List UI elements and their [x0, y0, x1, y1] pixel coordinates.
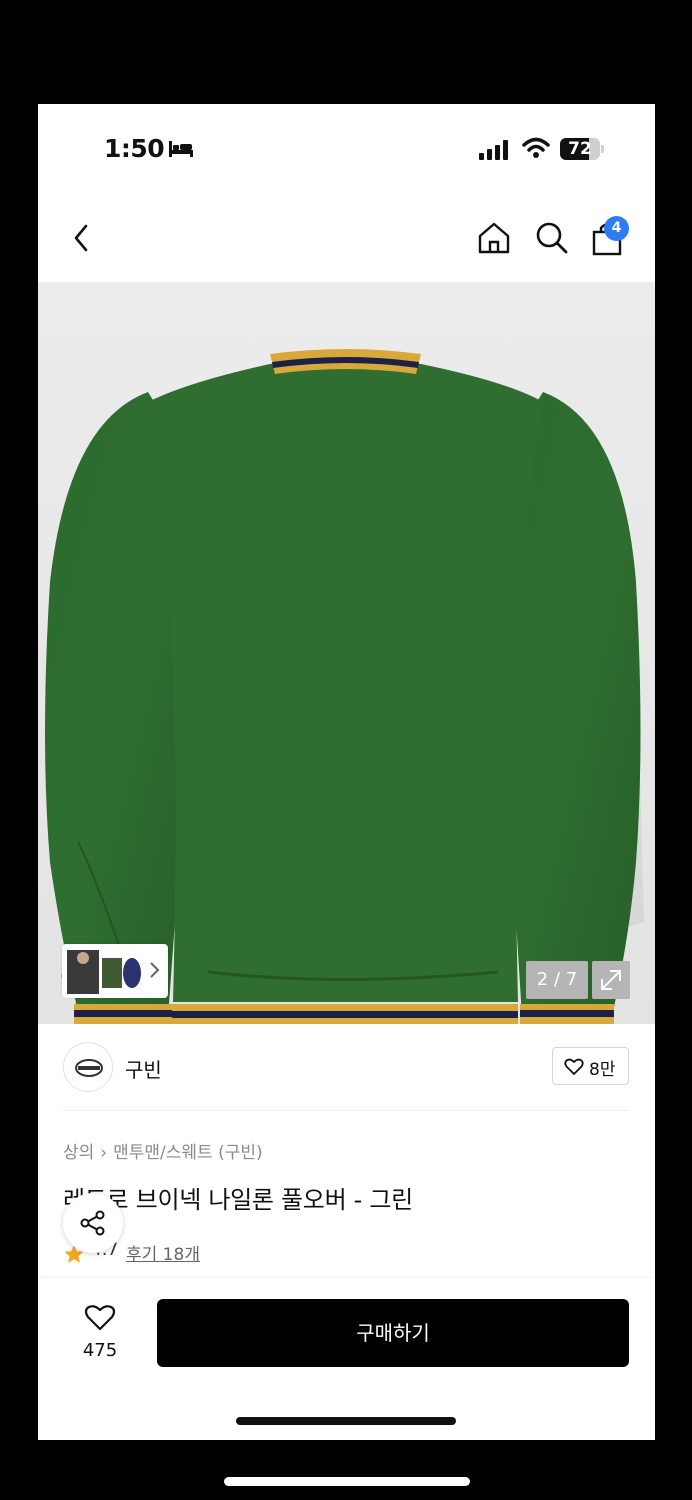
bottom-action-bar: 475 구매하기 [38, 1278, 655, 1440]
heart-icon [564, 1058, 584, 1075]
expand-icon [601, 970, 621, 990]
cart-count-badge: 4 [604, 216, 629, 241]
home-indicator [236, 1417, 456, 1425]
battery-tip [601, 145, 604, 153]
thumbnail-images [67, 950, 141, 994]
battery-percent: 72 [568, 139, 592, 159]
share-button[interactable] [63, 1193, 123, 1253]
expand-button[interactable] [592, 961, 630, 999]
product-image-carousel[interactable]: 2 / 7 [38, 282, 655, 1024]
breadcrumb-item-subcategory[interactable]: 맨투맨/스웨트 (구빈) [113, 1143, 263, 1163]
brand-like-button[interactable]: 8만 [552, 1047, 629, 1085]
wifi-icon [522, 137, 550, 158]
brand-logo[interactable] [63, 1042, 113, 1092]
wish-count: 475 [82, 1340, 118, 1361]
signal-icon [479, 140, 508, 160]
brand-logo-mark [75, 1059, 103, 1077]
home-indicator [224, 1477, 470, 1486]
home-icon[interactable] [476, 220, 512, 256]
thumbnail-strip[interactable] [62, 944, 168, 998]
status-bar: 1:50 72 [38, 104, 655, 194]
image-page-counter: 2 / 7 [526, 961, 588, 999]
phone-screen: 1:50 72 4 2 / 7 구빈 8만 상의 › 맨투맨/스웨트 (구빈) … [38, 104, 655, 1440]
search-icon[interactable] [534, 220, 570, 256]
heart-icon[interactable] [84, 1304, 116, 1332]
chevron-right-icon: › [100, 1143, 108, 1163]
review-link[interactable]: 후기 18개 [126, 1240, 200, 1265]
chevron-right-icon [150, 962, 160, 978]
share-icon [80, 1210, 105, 1236]
brand-name[interactable]: 구빈 [125, 1054, 162, 1083]
breadcrumb: 상의 › 맨투맨/스웨트 (구빈) [63, 1138, 263, 1163]
battery-indicator: 72 [560, 138, 600, 160]
buy-button[interactable]: 구매하기 [157, 1299, 629, 1367]
bed-icon [169, 141, 193, 157]
back-icon[interactable] [70, 222, 94, 254]
brand-like-count: 8만 [589, 1060, 616, 1080]
breadcrumb-item-category[interactable]: 상의 [63, 1143, 94, 1163]
jacket-photo [45, 349, 644, 1024]
status-time: 1:50 [104, 134, 165, 163]
divider [63, 1110, 629, 1111]
